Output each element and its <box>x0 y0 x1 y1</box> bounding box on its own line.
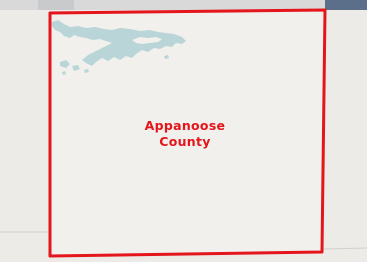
top-strip-accent <box>325 0 367 10</box>
county-name-line2: County <box>159 134 211 149</box>
county-label: Appanoose County <box>110 118 260 150</box>
top-strip-segment <box>38 0 74 10</box>
county-name-line1: Appanoose <box>144 118 226 133</box>
map-viewport[interactable]: Appanoose County <box>0 0 367 262</box>
